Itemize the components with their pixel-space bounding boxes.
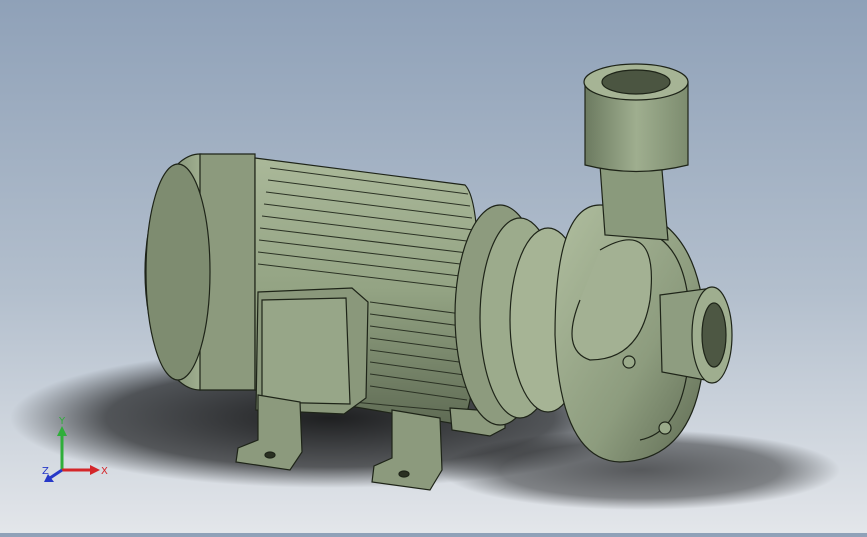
foot-right-hole [398,470,410,478]
z-axis-label: Z [42,466,49,477]
drain-plug [622,355,636,369]
motor-end-cap-face [145,163,211,381]
x-axis-label: X [101,466,108,477]
foot-left-hole [264,451,276,459]
reference-triad: Y X Z [40,412,120,492]
z-axis-arrow [49,468,63,480]
vent-plug [658,421,672,435]
terminal-box-lid [261,297,351,405]
suction-bore [701,302,727,368]
y-axis-head [57,426,67,436]
graphics-viewport[interactable]: Y X Z [0,0,867,533]
suction-inlet[interactable] [659,286,733,384]
x-axis-head [90,465,100,475]
motor[interactable] [144,153,479,426]
y-axis-label: Y [58,416,66,427]
pump-model[interactable] [0,0,867,533]
discharge-bore [601,69,671,95]
